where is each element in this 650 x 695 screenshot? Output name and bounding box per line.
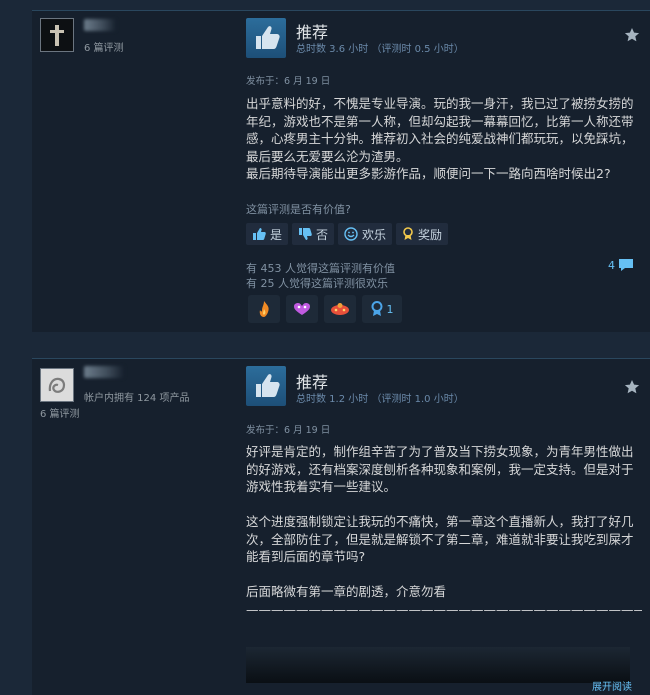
comment-count[interactable]: 4: [608, 258, 634, 272]
playtime: 总时数 3.6 小时 （评测时 0.5 小时）: [296, 44, 464, 55]
review-card: 帐户内拥有 124 项产品 6 篇评测 推荐 总时数 1.2 小时 （评测时 1…: [32, 358, 650, 695]
comment-count-value: 4: [608, 258, 615, 272]
vote-funny-button[interactable]: 欢乐: [338, 223, 393, 245]
review-body: 好评是肯定的，制作组辛苦了为了普及当下捞女现象，为青年男性做出的好游戏，还有档案…: [246, 444, 642, 617]
reviews-count[interactable]: 6 篇评测: [84, 39, 124, 54]
smiley-icon: [344, 227, 358, 241]
awards-row: 1: [248, 295, 402, 323]
award-item[interactable]: [248, 295, 280, 323]
heart-award-icon: [294, 303, 310, 315]
reviews-count[interactable]: 6 篇评测: [40, 405, 80, 420]
award-item[interactable]: [286, 295, 318, 323]
avatar[interactable]: [40, 18, 74, 52]
reviewer-panel: 6 篇评测: [32, 11, 242, 332]
thumbs-up-icon: [253, 228, 266, 240]
funny-count: 有 25 人觉得这篇评测很欢乐: [246, 277, 388, 290]
avatar-image-icon: [41, 369, 73, 401]
bubble-award-icon: [331, 303, 349, 315]
review-body: 出乎意料的好，不愧是专业导演。玩的我一身汗，我已过了被捞女捞的年纪，游戏也不是第…: [246, 96, 634, 181]
reviewer-panel: 帐户内拥有 124 项产品 6 篇评测: [32, 359, 242, 695]
vote-buttons: 是 否 欢乐 奖励: [246, 223, 449, 245]
posted-date: 发布于：6 月 19 日: [246, 425, 331, 436]
expand-review-link[interactable]: 展开阅读: [592, 678, 632, 693]
helpful-question: 这篇评测是否有价值?: [246, 203, 351, 216]
vote-yes-label: 是: [270, 227, 283, 242]
award-item[interactable]: 1: [362, 295, 402, 323]
thumbs-up-icon: [246, 366, 286, 406]
review-content: 推荐 总时数 1.2 小时 （评测时 1.0 小时） 发布于：6 月 19 日 …: [246, 359, 650, 695]
review-content: 推荐 总时数 3.6 小时 （评测时 0.5 小时） 发布于：6 月 19 日 …: [246, 11, 650, 332]
username[interactable]: [84, 19, 116, 31]
comment-bubble-icon: [619, 259, 633, 271]
flame-award-icon: [259, 301, 269, 317]
vote-funny-label: 欢乐: [362, 227, 387, 242]
award-ribbon-icon: [403, 227, 413, 240]
thumbs-down-icon: [299, 228, 312, 240]
playtime: 总时数 1.2 小时 （评测时 1.0 小时）: [296, 394, 464, 405]
cross-avatar-icon: [41, 19, 73, 51]
award-button[interactable]: 奖励: [396, 223, 449, 245]
medal-award-count: 1: [386, 302, 394, 316]
products-owned[interactable]: 帐户内拥有 124 项产品: [84, 389, 189, 404]
vote-yes-button[interactable]: 是: [246, 223, 289, 245]
fade-overlay: [246, 647, 630, 683]
vote-no-button[interactable]: 否: [292, 223, 335, 245]
posted-date: 发布于：6 月 19 日: [246, 76, 331, 87]
vote-counts: 有 453 人觉得这篇评测有价值 有 25 人觉得这篇评测很欢乐: [246, 261, 395, 291]
review-card: 6 篇评测 推荐 总时数 3.6 小时 （评测时 0.5 小时） 发布于：6 月…: [32, 10, 650, 332]
medal-award-icon: [371, 301, 382, 316]
vote-no-label: 否: [316, 227, 329, 242]
award-item[interactable]: [324, 295, 356, 323]
username[interactable]: [84, 366, 124, 378]
award-label: 奖励: [418, 227, 443, 242]
avatar[interactable]: [40, 368, 74, 402]
star-icon[interactable]: [624, 379, 640, 395]
thumbs-up-icon: [246, 18, 286, 58]
star-icon[interactable]: [624, 27, 640, 43]
helpful-count: 有 453 人觉得这篇评测有价值: [246, 262, 395, 275]
